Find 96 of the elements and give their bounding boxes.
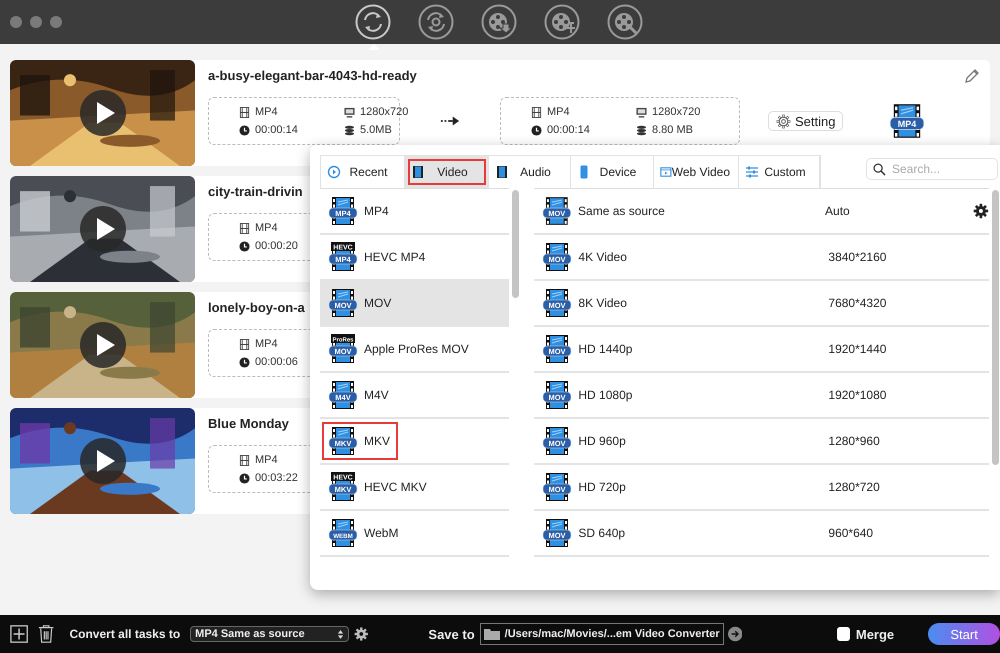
convert-label: Convert all tasks to <box>69 627 180 641</box>
film-icon <box>239 222 250 234</box>
format-tab[interactable]: Video <box>405 156 489 188</box>
trash-icon[interactable] <box>38 624 54 644</box>
add-icon[interactable] <box>10 624 28 644</box>
preset-name: 8K Video <box>578 296 628 310</box>
play-icon[interactable] <box>80 90 126 136</box>
film-icon <box>411 165 425 179</box>
video-title: a-busy-elegant-bar-4043-hd-ready <box>208 68 417 84</box>
sync-disc-icon[interactable] <box>418 4 454 40</box>
format-name: HEVC MP4 <box>364 250 426 264</box>
zoom-window-button[interactable] <box>50 16 62 28</box>
duration-text: 00:00:14 <box>255 124 298 136</box>
size-text: 5.0MB <box>360 124 392 136</box>
resolution-text: Auto <box>825 204 851 218</box>
play-icon[interactable] <box>80 206 126 252</box>
database-icon <box>636 124 647 136</box>
monitor-icon <box>344 106 355 118</box>
film-reel-tools-icon[interactable] <box>607 4 643 40</box>
resolution-text: 1920*1440 <box>828 342 888 356</box>
video-title: Blue Monday <box>208 416 289 432</box>
history-icon <box>327 165 341 179</box>
merge-checkbox[interactable] <box>837 627 850 641</box>
scrollbar-thumb[interactable] <box>512 190 520 298</box>
gear-icon <box>776 114 791 128</box>
settings-icon[interactable] <box>973 203 990 219</box>
clock-icon <box>239 356 250 368</box>
sync-arrows-icon[interactable] <box>355 4 391 40</box>
preset-name: 4K Video <box>578 250 628 264</box>
stepper-icon <box>336 628 344 640</box>
resolution-text: 1920*1080 <box>828 388 888 402</box>
format-name: M4V <box>364 388 389 402</box>
resolution-text: 1280*720 <box>828 480 881 494</box>
arrow-icon <box>440 115 460 127</box>
settings-icon[interactable] <box>354 626 368 642</box>
resolution-text: 1280*960 <box>828 434 881 448</box>
film-icon <box>531 106 542 118</box>
scrollbar-thumb[interactable] <box>992 190 1000 465</box>
format-name: MKV <box>364 434 390 448</box>
format-dropdown[interactable]: MP4 Same as source <box>190 626 349 642</box>
duration-text: 00:03:22 <box>255 472 298 484</box>
format-text: MP4 <box>255 106 278 118</box>
play-icon[interactable] <box>80 438 126 484</box>
format-text: MP4 <box>255 338 278 350</box>
play-icon[interactable] <box>80 322 126 368</box>
resolution-text: 7680*4320 <box>828 296 888 310</box>
preset-name: HD 960p <box>578 434 627 448</box>
preset-name: Same as source <box>578 204 666 218</box>
resolution-text: 3840*2160 <box>828 250 888 264</box>
duration-text: 00:00:06 <box>255 356 298 368</box>
preset-name: HD 1440p <box>578 342 634 356</box>
output-path-field[interactable]: /Users/mac/Movies/...em Video Converter <box>480 623 724 645</box>
format-name: HEVC MKV <box>364 480 427 494</box>
folder-icon <box>484 628 500 640</box>
clock-icon <box>239 240 250 252</box>
clock-icon <box>239 124 250 136</box>
setting-button[interactable]: Setting <box>768 111 844 131</box>
merge-label: Merge <box>856 626 894 642</box>
format-name: MOV <box>364 296 392 310</box>
edit-icon[interactable] <box>964 68 980 84</box>
preset-name: HD 720p <box>578 480 627 494</box>
web-video-icon <box>660 165 672 179</box>
format-text: MP4 <box>255 222 278 234</box>
format-text: MP4 <box>255 454 278 466</box>
database-icon <box>344 124 355 136</box>
start-button[interactable]: Start <box>928 623 1000 645</box>
close-window-button[interactable] <box>10 16 22 28</box>
format-text: MP4 <box>547 106 570 118</box>
search-input[interactable]: Search... <box>892 162 992 176</box>
duration-text: 00:00:14 <box>547 124 590 136</box>
monitor-icon <box>636 106 647 118</box>
video-title: city-train-drivin <box>208 184 303 200</box>
film-icon <box>239 454 250 466</box>
resolution-text: 1280x720 <box>652 106 700 118</box>
resolution-text: 1280x720 <box>360 106 408 118</box>
format-name: Apple ProRes MOV <box>364 342 469 356</box>
format-name: WebM <box>364 526 398 540</box>
sliders-icon <box>745 165 759 179</box>
film-reel-download-icon[interactable] <box>481 4 517 40</box>
minimize-window-button[interactable] <box>30 16 42 28</box>
clock-icon <box>239 472 250 484</box>
resolution-text: 960*640 <box>828 526 874 540</box>
search-icon <box>873 162 886 176</box>
duration-text: 00:00:20 <box>255 240 298 252</box>
preset-name: HD 1080p <box>578 388 634 402</box>
film-icon <box>239 106 250 118</box>
video-title: lonely-boy-on-a <box>208 300 305 316</box>
preset-name: SD 640p <box>578 526 626 540</box>
film-icon <box>495 165 509 179</box>
clock-icon <box>531 124 542 136</box>
size-text: 8.80 MB <box>652 124 693 136</box>
film-icon <box>239 338 250 350</box>
film-reel-edit-icon[interactable] <box>544 4 580 40</box>
save-to-label: Save to <box>428 626 475 642</box>
format-name: MP4 <box>364 204 389 218</box>
search-field[interactable]: Search... <box>866 158 998 180</box>
